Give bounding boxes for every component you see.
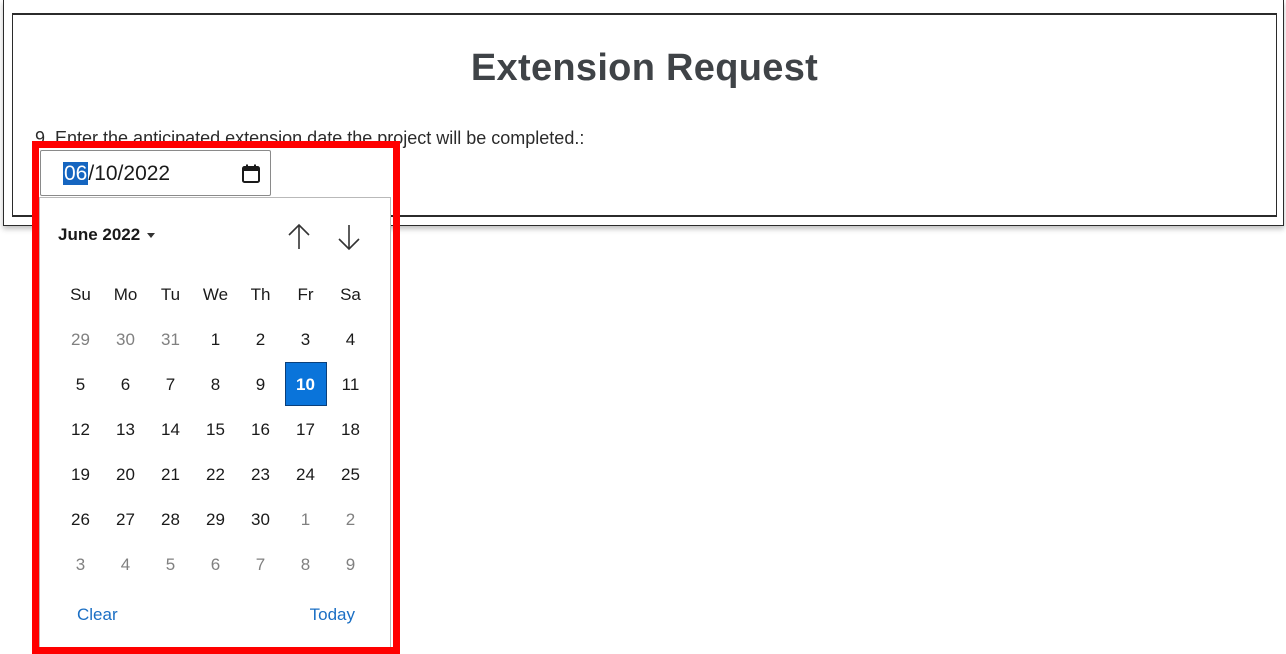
day-cell[interactable]: 29 — [58, 317, 103, 362]
weekday-header-row: Su Mo Tu We Th Fr Sa — [58, 272, 388, 317]
week-row: 29 30 31 1 2 3 4 — [58, 317, 388, 362]
day-cell[interactable]: 29 — [193, 497, 238, 542]
day-cell[interactable]: 4 — [328, 317, 373, 362]
weekday-label: Th — [250, 285, 271, 304]
day-cell[interactable]: 1 — [283, 497, 328, 542]
week-row: 12 13 14 15 16 17 18 — [58, 407, 388, 452]
week-row: 26 27 28 29 30 1 2 — [58, 497, 388, 542]
day-cell[interactable]: 30 — [103, 317, 148, 362]
day-cell[interactable]: 24 — [283, 452, 328, 497]
date-month-segment[interactable]: 06 — [63, 162, 89, 185]
day-cell[interactable]: 7 — [148, 362, 193, 407]
date-input[interactable]: 06/10/2022 — [40, 150, 271, 196]
day-cell[interactable]: 28 — [148, 497, 193, 542]
day-cell[interactable]: 17 — [283, 407, 328, 452]
calendar-icon[interactable] — [240, 163, 262, 185]
weekday-label: We — [202, 285, 229, 304]
day-cell[interactable]: 30 — [238, 497, 283, 542]
weekday-label: Fr — [297, 285, 314, 304]
month-year-dropdown[interactable]: June 2022 — [58, 225, 156, 245]
day-cell[interactable]: 9 — [328, 542, 373, 587]
question-label: 9. Enter the anticipated extension date … — [35, 128, 585, 148]
day-cell[interactable]: 5 — [58, 362, 103, 407]
day-cell[interactable]: 3 — [58, 542, 103, 587]
week-row: 5 6 7 8 9 10 11 — [58, 362, 388, 407]
day-cell[interactable]: 2 — [328, 497, 373, 542]
day-cell[interactable]: 19 — [58, 452, 103, 497]
clear-button[interactable]: Clear — [77, 605, 118, 625]
day-cell[interactable]: 31 — [148, 317, 193, 362]
month-year-label: June 2022 — [58, 225, 141, 244]
day-cell[interactable]: 16 — [238, 407, 283, 452]
day-cell[interactable]: 7 — [238, 542, 283, 587]
caret-down-icon — [147, 233, 156, 239]
day-cell[interactable]: 18 — [328, 407, 373, 452]
day-cell[interactable]: 12 — [58, 407, 103, 452]
day-cell[interactable]: 13 — [103, 407, 148, 452]
date-rest-segment[interactable]: /10/2022 — [88, 162, 170, 185]
day-cell[interactable]: 2 — [238, 317, 283, 362]
day-cell[interactable]: 11 — [328, 362, 373, 407]
weekday-label: Sa — [340, 285, 361, 304]
week-row: 19 20 21 22 23 24 25 — [58, 452, 388, 497]
day-cell[interactable]: 4 — [103, 542, 148, 587]
day-cell[interactable]: 25 — [328, 452, 373, 497]
selected-day-label: 10 — [284, 362, 327, 406]
page-title: Extension Request — [470, 47, 819, 89]
day-cell[interactable]: 21 — [148, 452, 193, 497]
calendar-popup: June 2022 Su Mo Tu We Th Fr Sa 29 30 31 … — [39, 197, 391, 649]
weekday-label: Su — [70, 285, 91, 304]
day-cell[interactable]: 6 — [193, 542, 238, 587]
day-cell-selected[interactable]: 10 — [283, 362, 328, 407]
week-row: 3 4 5 6 7 8 9 — [58, 542, 388, 587]
day-cell[interactable]: 9 — [238, 362, 283, 407]
arrow-down-icon[interactable] — [336, 222, 362, 252]
day-cell[interactable]: 1 — [193, 317, 238, 362]
weekday-label: Tu — [160, 285, 181, 304]
calendar-grid: Su Mo Tu We Th Fr Sa 29 30 31 1 2 3 4 5 … — [58, 272, 388, 587]
arrow-up-icon[interactable] — [286, 222, 312, 252]
day-cell[interactable]: 20 — [103, 452, 148, 497]
day-cell[interactable]: 26 — [58, 497, 103, 542]
weekday-label: Mo — [113, 285, 138, 304]
day-cell[interactable]: 15 — [193, 407, 238, 452]
today-button[interactable]: Today — [310, 605, 355, 625]
day-cell[interactable]: 6 — [103, 362, 148, 407]
day-cell[interactable]: 8 — [283, 542, 328, 587]
day-cell[interactable]: 8 — [193, 362, 238, 407]
day-cell[interactable]: 3 — [283, 317, 328, 362]
day-cell[interactable]: 14 — [148, 407, 193, 452]
day-cell[interactable]: 22 — [193, 452, 238, 497]
day-cell[interactable]: 5 — [148, 542, 193, 587]
day-cell[interactable]: 23 — [238, 452, 283, 497]
date-value[interactable]: 06/10/2022 — [63, 162, 170, 186]
day-cell[interactable]: 27 — [103, 497, 148, 542]
